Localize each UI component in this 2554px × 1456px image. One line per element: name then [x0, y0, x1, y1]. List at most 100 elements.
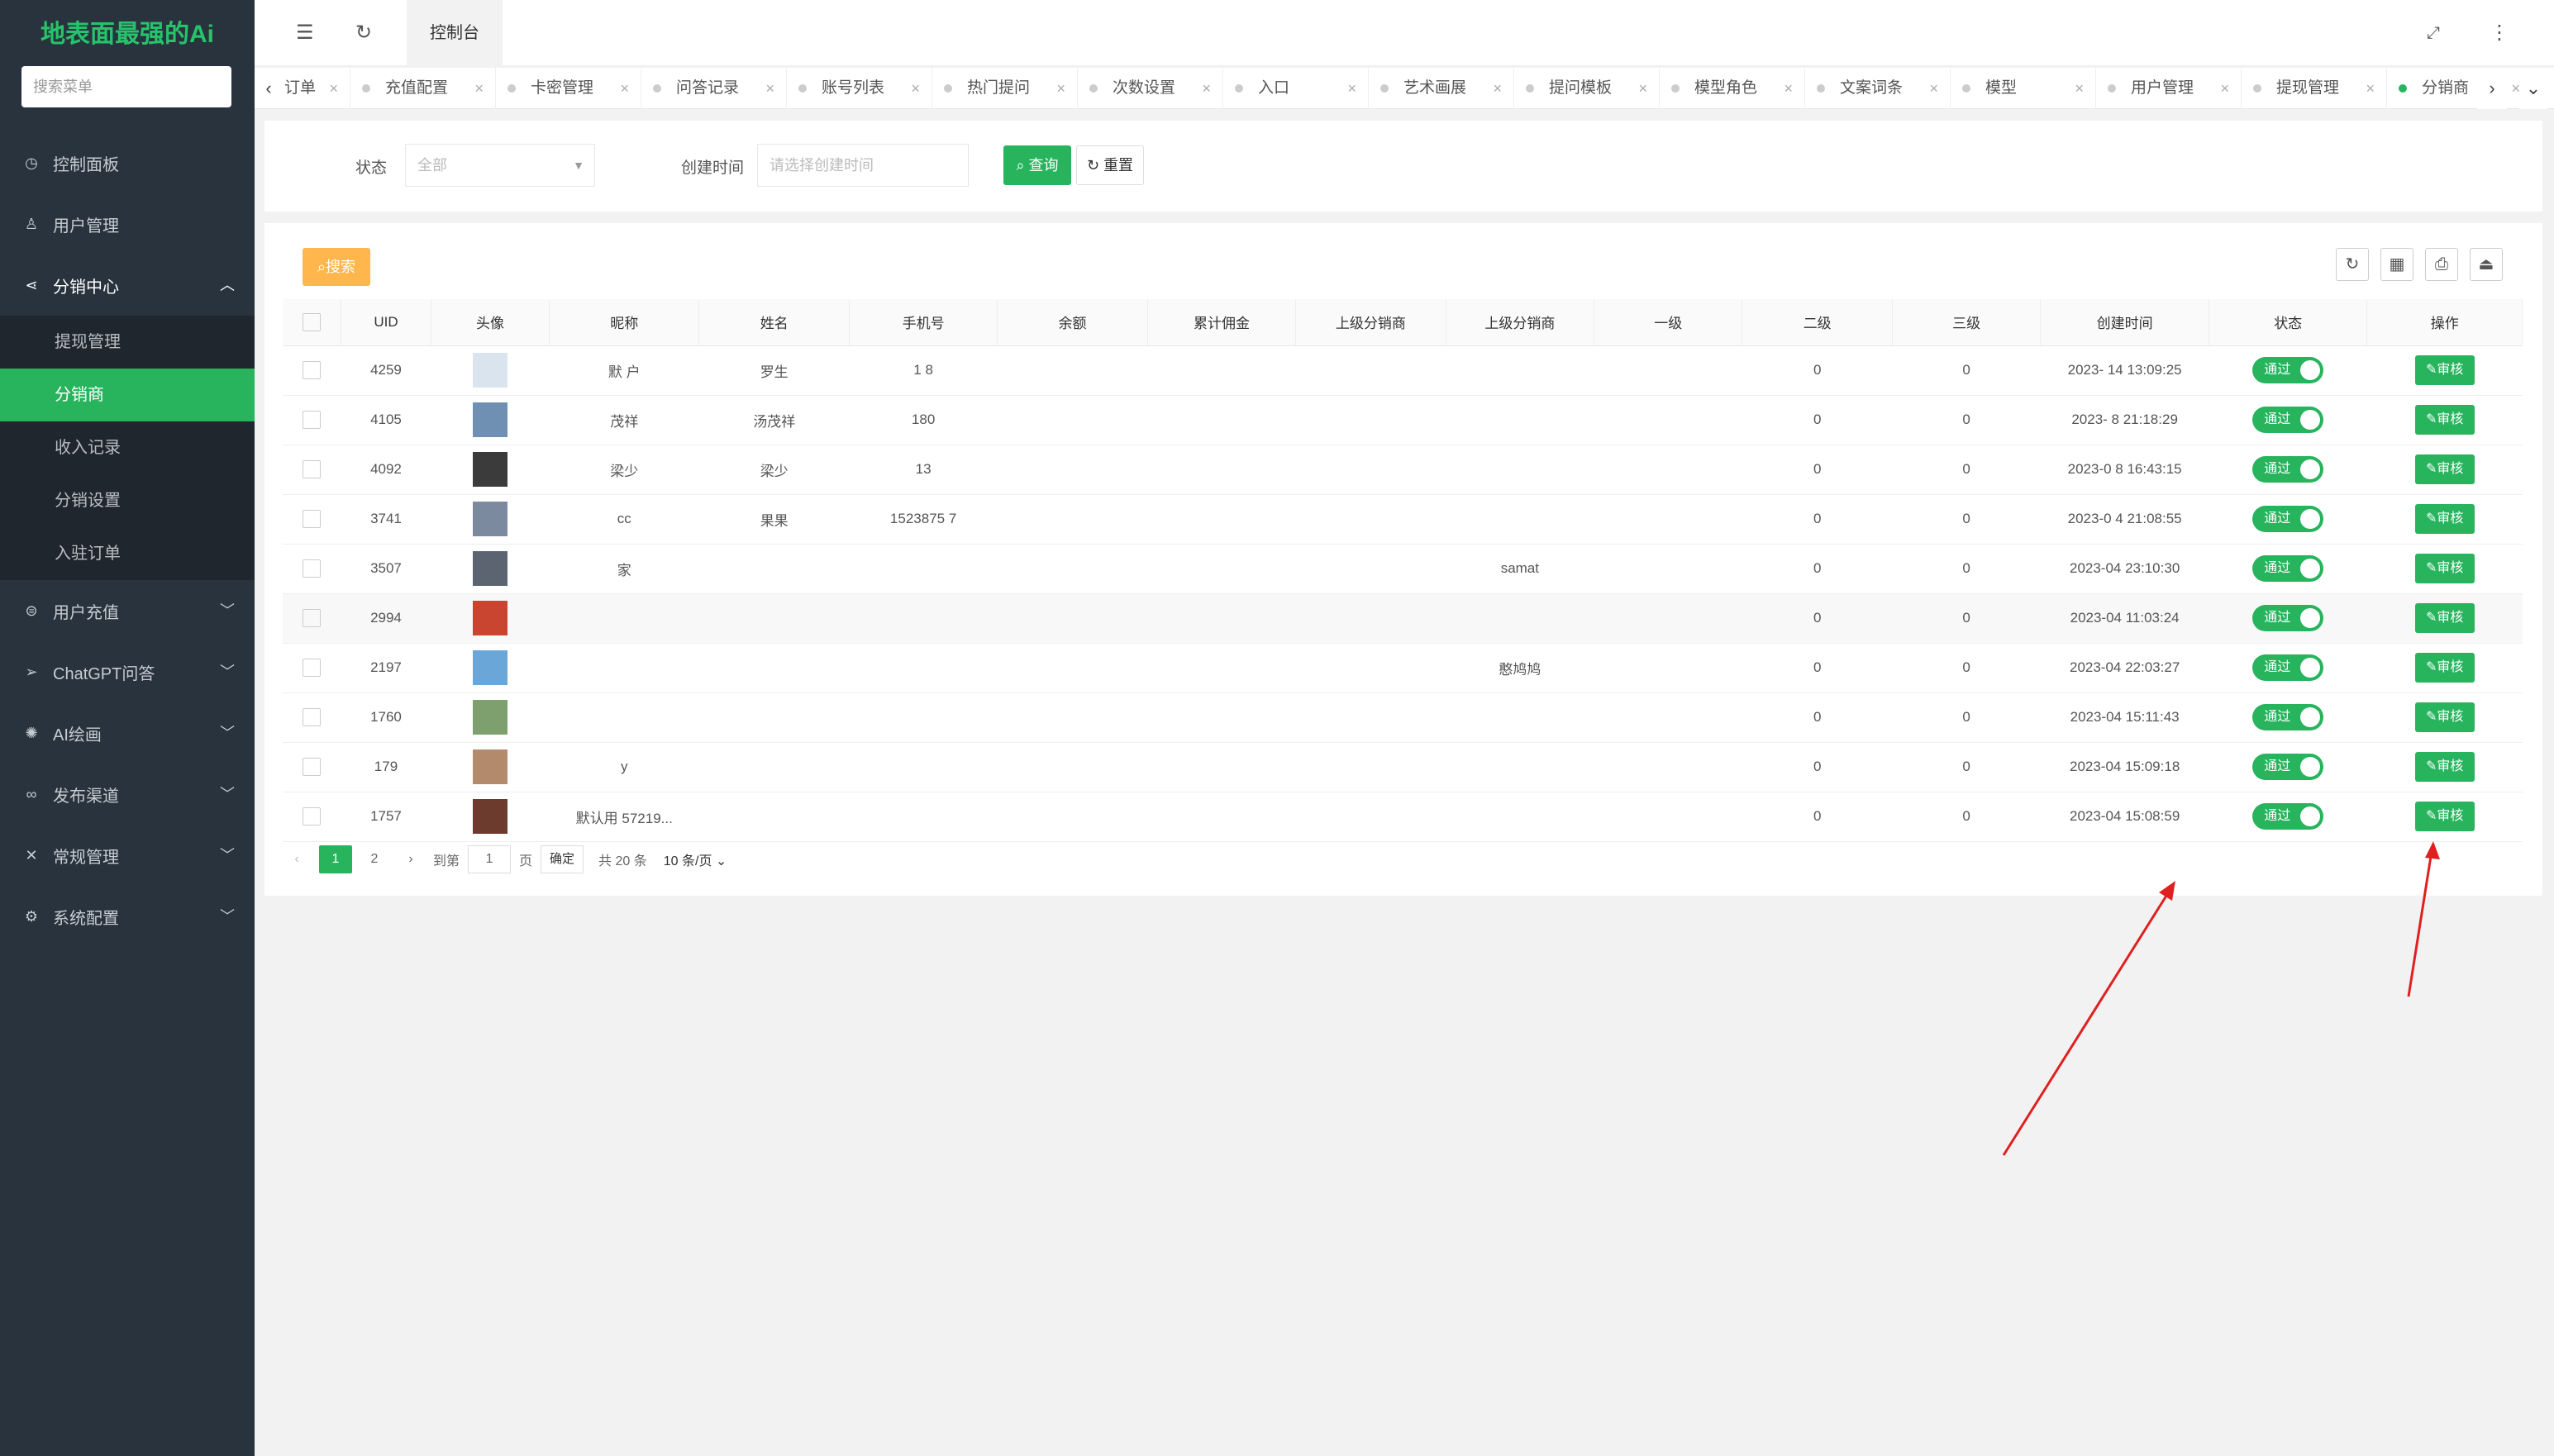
submenu-item-income[interactable]: 收入记录 — [0, 421, 255, 474]
page-tab[interactable]: 问答记录 × — [641, 68, 787, 109]
page-tab[interactable]: 艺术画展 × — [1369, 68, 1514, 109]
audit-button[interactable]: ✎审核 — [2414, 554, 2475, 583]
page-tab[interactable]: 卡密管理 × — [496, 68, 641, 109]
prev-page-icon[interactable]: ‹ — [283, 845, 311, 873]
select-all-cell[interactable] — [283, 299, 342, 346]
next-page-icon[interactable]: › — [397, 845, 425, 873]
close-icon[interactable]: × — [1493, 68, 1502, 109]
page-tab[interactable]: 充值配置 × — [350, 68, 496, 109]
submenu-item-settings[interactable]: 分销设置 — [0, 474, 255, 527]
row-checkbox[interactable] — [303, 361, 322, 379]
audit-button[interactable]: ✎审核 — [2414, 504, 2475, 534]
close-icon[interactable]: × — [2366, 68, 2375, 109]
reset-button[interactable]: ↻ 重置 — [1076, 145, 1144, 185]
close-icon[interactable]: × — [474, 68, 484, 109]
close-icon[interactable]: × — [1638, 68, 1647, 109]
row-checkbox[interactable] — [303, 659, 322, 677]
sidebar-item-general[interactable]: ✕ 常规管理 ﹀ — [0, 825, 255, 886]
close-icon[interactable]: × — [2220, 68, 2229, 109]
time-input[interactable]: 请选择创建时间 — [757, 144, 969, 187]
status-toggle[interactable]: 通过 — [2252, 803, 2324, 830]
menu-search-input[interactable]: 搜索菜单 — [21, 66, 231, 107]
submenu-item-withdraw[interactable]: 提现管理 — [0, 316, 255, 369]
tab-console[interactable]: 控制台 — [407, 0, 503, 66]
column-header[interactable]: UID — [341, 299, 431, 346]
close-icon[interactable]: × — [1784, 68, 1793, 109]
goto-page-input[interactable]: 1 — [468, 845, 512, 873]
row-checkbox[interactable] — [303, 807, 322, 826]
submenu-item-orders[interactable]: 入驻订单 — [0, 527, 255, 580]
sidebar-item-distribution[interactable]: ⋖ 分销中心 ︿ — [0, 255, 255, 316]
close-icon[interactable]: × — [1202, 68, 1211, 109]
page-tab[interactable]: 文案词条 × — [1805, 68, 1951, 109]
status-select[interactable]: 全部 ▼ — [405, 144, 595, 187]
tabs-dropdown-icon[interactable]: ⌄ — [2519, 68, 2547, 109]
close-icon[interactable]: × — [1347, 68, 1356, 109]
sidebar-item-users[interactable]: ♙ 用户管理 — [0, 193, 255, 255]
close-icon[interactable]: × — [765, 68, 774, 109]
print-icon[interactable]: ⎙ — [2425, 248, 2458, 281]
close-icon[interactable]: × — [911, 68, 920, 109]
row-checkbox[interactable] — [303, 411, 322, 429]
status-toggle[interactable]: 通过 — [2252, 357, 2324, 383]
sidebar-item-channels[interactable]: ∞ 发布渠道 ﹀ — [0, 764, 255, 825]
search-button[interactable]: ⌕搜索 — [303, 248, 370, 286]
status-toggle[interactable]: 通过 — [2252, 605, 2324, 631]
page-2[interactable]: 2 — [360, 845, 388, 873]
page-tab[interactable]: 订单 × — [273, 68, 350, 109]
audit-button[interactable]: ✎审核 — [2414, 802, 2475, 831]
page-size-select[interactable]: 10 条/页 ⌄ — [664, 849, 727, 869]
row-checkbox[interactable] — [303, 708, 322, 726]
row-checkbox[interactable] — [303, 559, 322, 578]
page-tab[interactable]: 次数设置 × — [1078, 68, 1223, 109]
sidebar-item-system[interactable]: ⚙ 系统配置 ﹀ — [0, 886, 255, 947]
columns-icon[interactable]: ▦ — [2380, 248, 2413, 281]
status-toggle[interactable]: 通过 — [2252, 456, 2324, 483]
audit-button[interactable]: ✎审核 — [2414, 702, 2475, 732]
audit-button[interactable]: ✎审核 — [2414, 355, 2475, 385]
export-icon[interactable]: ⏏ — [2470, 248, 2503, 281]
page-tab-active[interactable]: 分销商 × — [2387, 68, 2533, 109]
refresh-table-icon[interactable]: ↻ — [2336, 248, 2369, 281]
row-checkbox[interactable] — [303, 609, 322, 627]
submenu-item-distributors[interactable]: 分销商 — [0, 369, 255, 421]
select-all-checkbox[interactable] — [303, 312, 322, 331]
audit-button[interactable]: ✎审核 — [2414, 603, 2475, 633]
status-toggle[interactable]: 通过 — [2252, 654, 2324, 681]
row-checkbox[interactable] — [303, 510, 322, 528]
menu-toggle-icon[interactable]: ☰ — [296, 0, 314, 66]
audit-button[interactable]: ✎审核 — [2414, 405, 2475, 435]
sidebar-item-ai-painting[interactable]: ✺ AI绘画 ﹀ — [0, 702, 255, 764]
status-toggle[interactable]: 通过 — [2252, 506, 2324, 532]
query-button[interactable]: ⌕ 查询 — [1003, 145, 1071, 185]
audit-button[interactable]: ✎审核 — [2414, 752, 2475, 782]
page-tab[interactable]: 模型 × — [1951, 68, 2096, 109]
close-icon[interactable]: × — [1929, 68, 1938, 109]
close-icon[interactable]: × — [2075, 68, 2084, 109]
page-1[interactable]: 1 — [319, 845, 352, 873]
audit-button[interactable]: ✎审核 — [2414, 454, 2475, 484]
goto-confirm-button[interactable]: 确定 — [541, 845, 584, 873]
row-checkbox[interactable] — [303, 460, 322, 478]
more-icon[interactable]: ⋮ — [2490, 0, 2509, 66]
fullscreen-icon[interactable]: ⤢ — [2427, 0, 2440, 66]
close-icon[interactable]: × — [1056, 68, 1065, 109]
status-toggle[interactable]: 通过 — [2252, 704, 2324, 730]
page-tab[interactable]: 热门提问 × — [932, 68, 1078, 109]
status-toggle[interactable]: 通过 — [2252, 407, 2324, 433]
close-icon[interactable]: × — [620, 68, 629, 109]
page-tab[interactable]: 入口 × — [1223, 68, 1369, 109]
status-toggle[interactable]: 通过 — [2252, 555, 2324, 582]
tabs-next-icon[interactable]: › — [2478, 68, 2506, 109]
sidebar-item-chatgpt[interactable]: ➢ ChatGPT问答 ﹀ — [0, 641, 255, 702]
sidebar-item-recharge[interactable]: ⊜ 用户充值 ﹀ — [0, 580, 255, 641]
page-tab[interactable]: 提问模板 × — [1514, 68, 1660, 109]
page-tab[interactable]: 提现管理 × — [2242, 68, 2387, 109]
audit-button[interactable]: ✎审核 — [2414, 653, 2475, 683]
sidebar-item-dashboard[interactable]: ◷ 控制面板 — [0, 132, 255, 193]
page-tab[interactable]: 模型角色 × — [1660, 68, 1805, 109]
close-icon[interactable]: × — [329, 68, 338, 109]
refresh-icon[interactable]: ↻ — [355, 0, 372, 66]
page-tab[interactable]: 账号列表 × — [787, 68, 932, 109]
status-toggle[interactable]: 通过 — [2252, 754, 2324, 780]
